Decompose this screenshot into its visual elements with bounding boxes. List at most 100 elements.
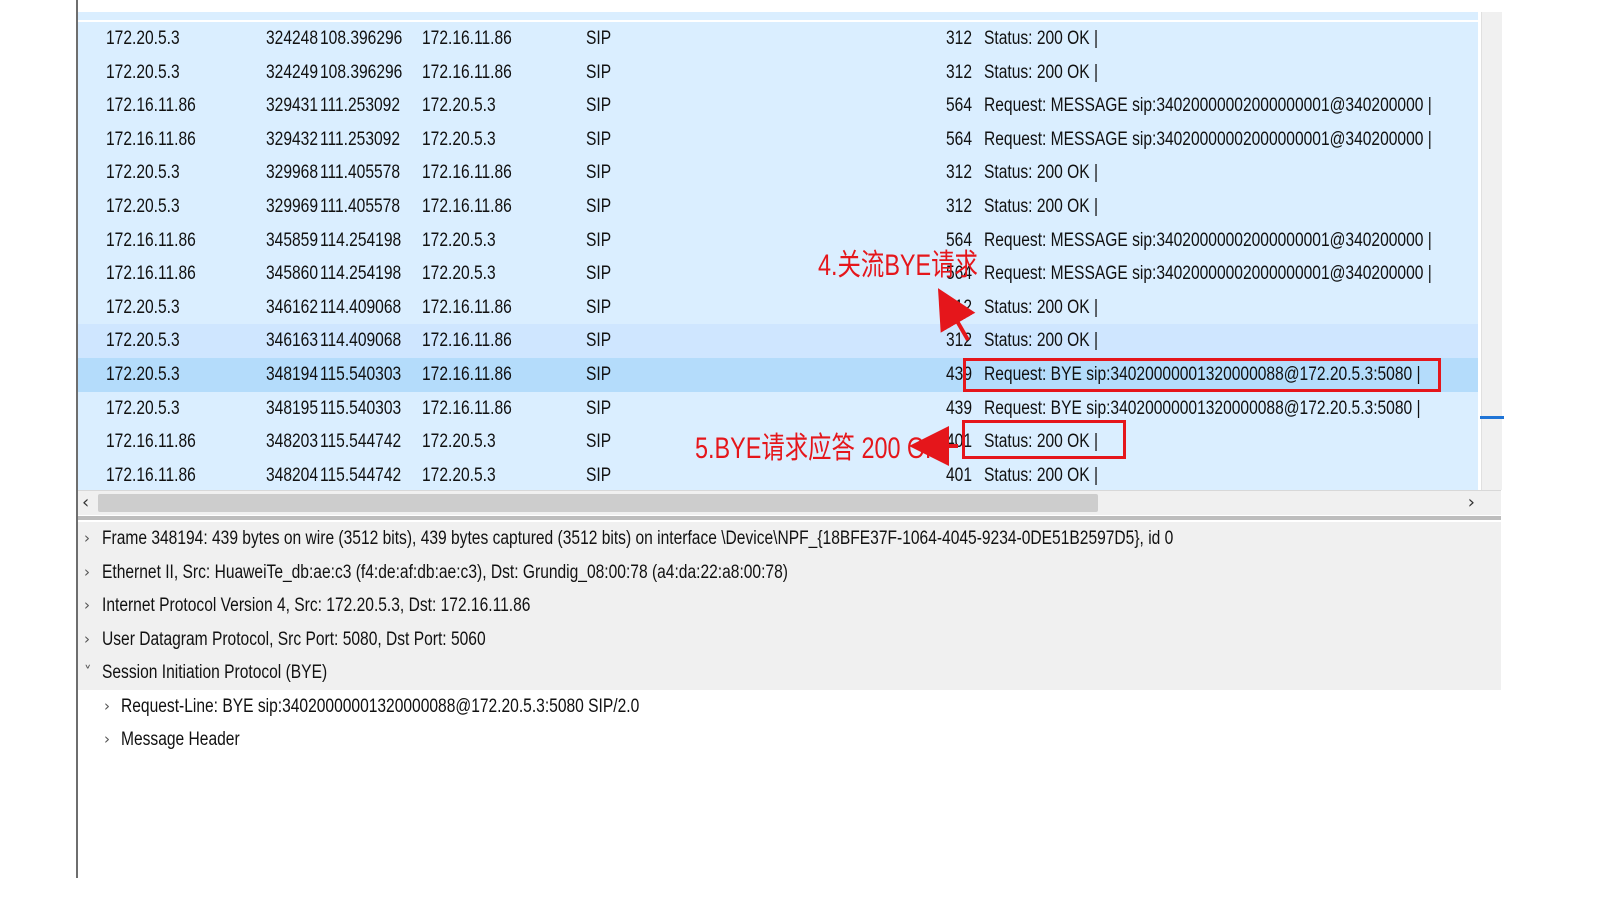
packet-len-cell: 312 bbox=[946, 195, 972, 217]
detail-text: Message Header bbox=[121, 729, 240, 750]
packet-len-cell: 312 bbox=[946, 162, 972, 184]
annotation-step5: 5.BYE请求应答 200 OK bbox=[695, 432, 941, 465]
packet-time-cell: 114.254198 bbox=[320, 263, 402, 285]
packet-src-cell: 172.16.11.86 bbox=[106, 431, 196, 453]
packet-dst-cell: 172.16.11.86 bbox=[422, 363, 512, 385]
packet-src-cell: 172.16.11.86 bbox=[106, 263, 196, 285]
scroll-right-icon[interactable]: › bbox=[1468, 492, 1475, 513]
packet-time-cell: 114.409068 bbox=[320, 330, 402, 352]
packet-row[interactable]: 172.20.5.3 324249 108.396296 172.16.11.86 SI… bbox=[78, 55, 1478, 90]
packet-row[interactable]: 172.20.5.3 329968 111.405578 172.16.11.86 SI… bbox=[78, 156, 1478, 190]
packet-proto-cell: SIP bbox=[586, 162, 612, 184]
packet-dst-cell: 172.16.11.86 bbox=[422, 397, 512, 419]
sip-detail-item[interactable]: › Request-Line: BYE sip:34020000001320000… bbox=[78, 689, 1501, 724]
annotation-step4: 4.关流BYE请求 bbox=[818, 249, 978, 282]
detail-text: Frame 348194: 439 bytes on wire (3512 bi… bbox=[102, 528, 1174, 549]
packet-no-cell: 346163 bbox=[266, 330, 318, 352]
packet-no-cell: 324249 bbox=[266, 61, 318, 83]
packet-row[interactable]: 172.20.5.3 346163 114.409068 172.16.11.86 SI… bbox=[78, 324, 1478, 358]
packet-info-cell: Status: 200 OK | bbox=[984, 330, 1099, 352]
packet-dst-cell: 172.16.11.86 bbox=[422, 28, 512, 49]
detail-tree-item[interactable]: › User Datagram Protocol, Src Port: 5080,… bbox=[78, 622, 1501, 657]
packet-time-cell: 111.405578 bbox=[320, 195, 401, 217]
packet-proto-cell: SIP bbox=[586, 296, 612, 318]
packet-len-cell: 312 bbox=[946, 296, 972, 318]
packet-proto-cell: SIP bbox=[586, 229, 612, 251]
packet-no-cell: 348203 bbox=[266, 431, 318, 453]
horizontal-scroll-thumb[interactable] bbox=[98, 494, 1098, 512]
horizontal-scrollbar[interactable]: ‹ › bbox=[78, 490, 1501, 515]
sip-detail-item[interactable]: › Message Header bbox=[78, 723, 1501, 757]
packet-src-cell: 172.16.11.86 bbox=[106, 229, 196, 251]
scroll-left-icon[interactable]: ‹ bbox=[82, 492, 89, 513]
packet-src-cell: 172.20.5.3 bbox=[106, 195, 180, 217]
expand-right-icon[interactable]: › bbox=[104, 690, 110, 724]
packet-src-cell: 172.20.5.3 bbox=[106, 61, 180, 83]
packet-row[interactable]: 172.16.11.86 345859 114.254198 172.20.5.3 SI… bbox=[78, 223, 1478, 258]
pane-splitter[interactable] bbox=[78, 516, 1501, 520]
expand-down-icon[interactable]: ˅ bbox=[84, 656, 92, 690]
packet-len-cell: 312 bbox=[946, 330, 972, 352]
packet-info-cell: Status: 200 OK | bbox=[984, 162, 1099, 184]
packet-len-cell: 312 bbox=[946, 28, 972, 49]
packet-details-pane: › Frame 348194: 439 bytes on wire (3512 b… bbox=[78, 522, 1501, 878]
packet-src-cell: 172.16.11.86 bbox=[106, 128, 196, 150]
packet-proto-cell: SIP bbox=[586, 95, 612, 117]
packet-proto-cell: SIP bbox=[586, 464, 612, 486]
packet-src-cell: 172.20.5.3 bbox=[106, 363, 180, 385]
expand-right-icon[interactable]: › bbox=[84, 556, 90, 590]
expand-right-icon[interactable]: › bbox=[104, 723, 110, 757]
packet-row[interactable]: 172.20.5.3 348195 115.540303 172.16.11.86 SI… bbox=[78, 391, 1478, 426]
detail-tree-item[interactable]: › Internet Protocol Version 4, Src: 172.2… bbox=[78, 589, 1501, 623]
detail-text: Request-Line: BYE sip:340200000013200000… bbox=[121, 695, 640, 717]
packet-dst-cell: 172.16.11.86 bbox=[422, 296, 512, 318]
packet-info-cell: Status: 200 OK | bbox=[984, 296, 1099, 318]
packet-proto-cell: SIP bbox=[586, 128, 612, 150]
packet-no-cell: 345859 bbox=[266, 229, 318, 251]
packet-proto-cell: SIP bbox=[586, 263, 612, 285]
packet-row[interactable]: 172.16.11.86 345860 114.254198 172.20.5.3 SI… bbox=[78, 257, 1478, 291]
packet-proto-cell: SIP bbox=[586, 431, 612, 453]
packet-row-partial[interactable] bbox=[78, 12, 1478, 20]
expand-right-icon[interactable]: › bbox=[84, 623, 90, 657]
packet-dst-cell: 172.20.5.3 bbox=[422, 229, 496, 251]
packet-no-cell: 329969 bbox=[266, 195, 318, 217]
packet-no-cell: 329968 bbox=[266, 162, 318, 184]
detail-text: Ethernet II, Src: HuaweiTe_db:ae:c3 (f4:… bbox=[102, 561, 788, 583]
packet-no-cell: 348194 bbox=[266, 363, 318, 385]
expand-right-icon[interactable]: › bbox=[84, 589, 90, 623]
packet-row[interactable]: 172.16.11.86 329432 111.253092 172.20.5.3 SI… bbox=[78, 122, 1478, 157]
packet-proto-cell: SIP bbox=[586, 28, 612, 49]
packet-time-cell: 114.254198 bbox=[320, 229, 402, 251]
packet-len-cell: 564 bbox=[946, 95, 972, 117]
packet-row[interactable]: 172.20.5.3 324248 108.396296 172.16.11.86 SI… bbox=[78, 22, 1478, 56]
packet-info-cell: Status: 200 OK | bbox=[984, 28, 1099, 49]
packet-proto-cell: SIP bbox=[586, 195, 612, 217]
packet-dst-cell: 172.16.11.86 bbox=[422, 162, 512, 184]
packet-info-cell: Request: MESSAGE sip:3402000000200000000… bbox=[984, 229, 1432, 251]
packet-row[interactable]: 172.16.11.86 329431 111.253092 172.20.5.3 SI… bbox=[78, 89, 1478, 123]
packet-no-cell: 329431 bbox=[266, 95, 318, 117]
packet-row[interactable]: 172.20.5.3 329969 111.405578 172.16.11.86 SI… bbox=[78, 189, 1478, 224]
detail-tree-item[interactable]: ˅ Session Initiation Protocol (BYE) bbox=[78, 656, 1501, 690]
packet-src-cell: 172.20.5.3 bbox=[106, 397, 180, 419]
detail-tree-item[interactable]: › Ethernet II, Src: HuaweiTe_db:ae:c3 (f4… bbox=[78, 555, 1501, 590]
detail-tree-item[interactable]: › Frame 348194: 439 bytes on wire (3512 b… bbox=[78, 522, 1501, 556]
packet-no-cell: 345860 bbox=[266, 263, 318, 285]
packet-src-cell: 172.20.5.3 bbox=[106, 162, 180, 184]
packet-time-cell: 111.253092 bbox=[320, 128, 401, 150]
packet-src-cell: 172.20.5.3 bbox=[106, 296, 180, 318]
packet-list[interactable]: 172.20.5.3 324248 108.396296 172.16.11.86 SI… bbox=[78, 12, 1501, 490]
packet-no-cell: 329432 bbox=[266, 128, 318, 150]
packet-dst-cell: 172.20.5.3 bbox=[422, 95, 496, 117]
packet-time-cell: 115.540303 bbox=[320, 363, 402, 385]
detail-text: Session Initiation Protocol (BYE) bbox=[102, 662, 328, 683]
packet-time-cell: 108.396296 bbox=[320, 28, 403, 49]
packet-row[interactable]: 172.20.5.3 346162 114.409068 172.16.11.86 SI… bbox=[78, 290, 1478, 325]
expand-right-icon[interactable]: › bbox=[84, 522, 90, 556]
packet-time-cell: 108.396296 bbox=[320, 61, 403, 83]
packet-proto-cell: SIP bbox=[586, 363, 612, 385]
detail-text: User Datagram Protocol, Src Port: 5080, … bbox=[102, 628, 486, 650]
packet-src-cell: 172.16.11.86 bbox=[106, 95, 196, 117]
detail-rows: › Frame 348194: 439 bytes on wire (3512 b… bbox=[78, 522, 1501, 757]
